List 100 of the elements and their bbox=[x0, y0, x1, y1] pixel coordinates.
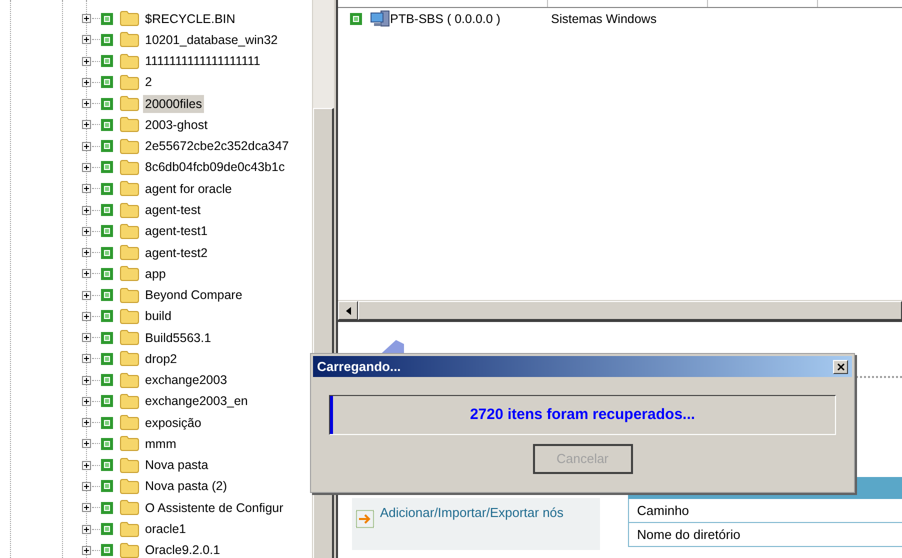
folder-icon bbox=[120, 138, 139, 154]
expand-icon[interactable] bbox=[82, 120, 91, 130]
checkbox-icon[interactable] bbox=[101, 544, 113, 556]
folder-icon bbox=[120, 394, 139, 409]
checkbox-icon[interactable] bbox=[101, 12, 113, 25]
tree-item[interactable]: $RECYCLE.BIN bbox=[143, 10, 238, 28]
folder-icon bbox=[120, 32, 139, 48]
tree-item[interactable]: Beyond Compare bbox=[143, 286, 244, 304]
checkbox-icon[interactable] bbox=[101, 459, 113, 472]
tree-item[interactable]: mmm bbox=[143, 434, 178, 453]
folder-icon bbox=[120, 436, 139, 452]
checkbox-icon[interactable] bbox=[101, 289, 113, 302]
expand-icon[interactable] bbox=[82, 290, 91, 300]
tree-item[interactable]: Oracle9.2.0.1 bbox=[143, 541, 222, 558]
horizontal-scrollbar[interactable] bbox=[338, 300, 902, 322]
tree-item[interactable]: 8c6db04fcb09de0c43b1c bbox=[143, 158, 287, 176]
expand-icon[interactable] bbox=[82, 482, 91, 491]
tree-item[interactable]: 10201_database_win32 bbox=[143, 30, 280, 49]
tree-item[interactable]: agent-test bbox=[143, 201, 203, 220]
checkbox-icon[interactable] bbox=[101, 246, 113, 259]
expand-icon[interactable] bbox=[82, 206, 91, 215]
tree-item[interactable]: build bbox=[143, 307, 174, 326]
tree-item[interactable]: O Assistente de Configur bbox=[143, 498, 286, 517]
left-arrow-icon[interactable] bbox=[346, 306, 350, 314]
tree-item[interactable]: agent-test1 bbox=[143, 222, 210, 240]
expand-icon[interactable] bbox=[82, 546, 91, 555]
tree-item[interactable]: 2003-ghost bbox=[143, 116, 210, 134]
checkbox-icon[interactable] bbox=[350, 13, 362, 25]
expand-icon[interactable] bbox=[82, 439, 91, 448]
checkbox-icon[interactable] bbox=[101, 182, 113, 195]
checkbox-icon[interactable] bbox=[101, 352, 113, 365]
folder-icon bbox=[120, 415, 139, 430]
expand-icon[interactable] bbox=[82, 376, 91, 385]
checkbox-icon[interactable] bbox=[101, 225, 113, 238]
folder-icon bbox=[120, 11, 139, 26]
checkbox-icon[interactable] bbox=[101, 98, 113, 110]
expand-icon[interactable] bbox=[82, 184, 91, 194]
checkbox-icon[interactable] bbox=[101, 118, 113, 131]
expand-icon[interactable] bbox=[82, 99, 91, 108]
table-cell: Caminho bbox=[628, 499, 902, 523]
expand-icon[interactable] bbox=[82, 396, 91, 406]
expand-icon[interactable] bbox=[82, 460, 91, 470]
checkbox-icon[interactable] bbox=[101, 140, 113, 152]
tree-item[interactable]: 1111111111111111111 bbox=[143, 52, 262, 70]
expand-icon[interactable] bbox=[82, 354, 91, 364]
folder-icon bbox=[120, 160, 139, 175]
checkbox-icon[interactable] bbox=[101, 502, 113, 514]
expand-icon[interactable] bbox=[82, 142, 91, 151]
expand-icon[interactable] bbox=[82, 312, 91, 321]
folder-icon bbox=[120, 117, 139, 132]
folder-icon bbox=[120, 542, 139, 558]
expand-icon[interactable] bbox=[82, 78, 91, 87]
checkbox-icon[interactable] bbox=[101, 332, 113, 344]
expand-icon[interactable] bbox=[82, 35, 91, 44]
checkbox-icon[interactable] bbox=[101, 55, 113, 68]
tree-item[interactable]: 2e55672cbe2c352dca347 bbox=[143, 137, 291, 156]
tree-item[interactable]: drop2 bbox=[143, 350, 179, 368]
checkbox-icon[interactable] bbox=[101, 34, 113, 46]
tree-item[interactable]: 2 bbox=[143, 73, 154, 92]
tree-item[interactable]: Build5563.1 bbox=[143, 328, 214, 347]
tree-item[interactable]: exchange2003_en bbox=[143, 392, 250, 410]
checkbox-icon[interactable] bbox=[101, 395, 113, 408]
tree-item[interactable]: agent-test2 bbox=[143, 244, 210, 262]
checkbox-icon[interactable] bbox=[101, 480, 113, 492]
folder-icon bbox=[120, 330, 139, 346]
checkbox-icon[interactable] bbox=[101, 416, 113, 429]
expand-icon[interactable] bbox=[82, 524, 91, 534]
folder-icon bbox=[120, 202, 139, 218]
checkbox-icon[interactable] bbox=[101, 204, 113, 216]
tree-item[interactable]: Nova pasta (2) bbox=[143, 477, 229, 496]
checkbox-icon[interactable] bbox=[101, 374, 113, 386]
expand-icon[interactable] bbox=[82, 333, 91, 342]
expand-icon[interactable] bbox=[82, 418, 91, 428]
list-cell-text: Sistemas Windows bbox=[551, 10, 657, 28]
folder-icon bbox=[120, 478, 139, 494]
expand-icon[interactable] bbox=[82, 269, 91, 278]
expand-icon[interactable] bbox=[82, 162, 91, 172]
close-icon bbox=[836, 362, 844, 370]
computer-icon bbox=[370, 10, 390, 28]
tree-item[interactable]: agent for oracle bbox=[143, 180, 234, 198]
folder-icon bbox=[120, 372, 139, 388]
expand-icon[interactable] bbox=[82, 226, 91, 236]
tree-item[interactable]: exchange2003 bbox=[143, 371, 230, 390]
checkbox-icon[interactable] bbox=[101, 523, 113, 535]
expand-icon[interactable] bbox=[82, 503, 91, 512]
expand-icon[interactable] bbox=[82, 248, 91, 258]
folder-icon bbox=[120, 74, 139, 90]
checkbox-icon[interactable] bbox=[101, 268, 113, 280]
tree-item[interactable]: app bbox=[143, 264, 168, 283]
expand-icon[interactable] bbox=[82, 14, 91, 24]
checkbox-icon[interactable] bbox=[101, 438, 113, 450]
checkbox-icon[interactable] bbox=[101, 76, 113, 88]
tree-item[interactable]: Nova pasta bbox=[143, 456, 210, 474]
expand-icon[interactable] bbox=[82, 56, 91, 66]
checkbox-icon[interactable] bbox=[101, 161, 113, 174]
checkbox-icon[interactable] bbox=[101, 310, 113, 322]
close-button[interactable] bbox=[833, 360, 848, 374]
tree-item[interactable]: exposição bbox=[143, 414, 204, 432]
tree-item[interactable]: 20000files bbox=[143, 94, 204, 113]
tree-item[interactable]: oracle1 bbox=[143, 520, 188, 538]
